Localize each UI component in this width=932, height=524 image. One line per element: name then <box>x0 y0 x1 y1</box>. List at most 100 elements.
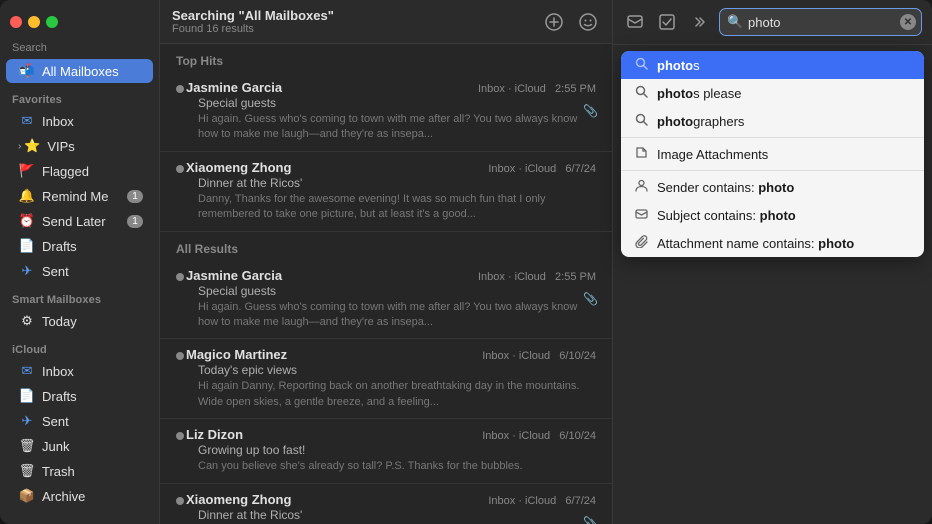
sidebar-item-label: Sent <box>42 264 143 279</box>
email-subject: Special guests <box>186 96 596 110</box>
main-toolbar: Searching "All Mailboxes" Found 16 resul… <box>160 0 612 44</box>
unread-indicator <box>176 165 184 173</box>
email-item[interactable]: Jasmine Garcia Inbox · iCloud 2:55 PM Sp… <box>160 260 612 340</box>
email-meta: Inbox · iCloud 2:55 PM <box>478 271 596 283</box>
search-input[interactable] <box>719 8 922 36</box>
autocomplete-item-subject-contains[interactable]: Subject contains: photo <box>621 201 924 229</box>
email-meta: Inbox · iCloud 6/10/24 <box>482 350 596 362</box>
email-subject: Special guests <box>186 284 596 298</box>
send-later-icon: ⏰ <box>18 212 36 230</box>
sidebar-item-label: Archive <box>42 489 143 504</box>
sidebar-item-label: Send Later <box>42 214 127 229</box>
maximize-button[interactable] <box>46 16 58 28</box>
icloud-drafts-icon: 📄 <box>18 387 36 405</box>
email-item[interactable]: Liz Dizon Inbox · iCloud 6/10/24 Growing… <box>160 419 612 483</box>
compose-button[interactable] <box>655 10 679 34</box>
sidebar-item-flagged[interactable]: 🚩 Flagged <box>6 159 153 183</box>
email-meta: Inbox · iCloud 6/7/24 <box>488 495 596 507</box>
email-preview: Hi again Danny, Reporting back on anothe… <box>186 379 596 410</box>
close-button[interactable] <box>10 16 22 28</box>
icloud-sent-icon: ✈ <box>18 412 36 430</box>
sidebar-item-label: Drafts <box>42 389 143 404</box>
autocomplete-text: Sender contains: photo <box>657 180 794 195</box>
autocomplete-item-photos[interactable]: photos <box>621 51 924 79</box>
autocomplete-item-sender-contains[interactable]: Sender contains: photo <box>621 173 924 201</box>
attachment-icon: 📎 <box>583 292 598 306</box>
person-icon <box>633 179 649 195</box>
email-meta: Inbox · iCloud 2:55 PM <box>478 83 596 95</box>
email-sender: Liz Dizon <box>186 427 476 442</box>
minimize-button[interactable] <box>28 16 40 28</box>
email-subject: Dinner at the Ricos' <box>186 508 596 522</box>
icloud-junk-icon: 🗑 <box>18 437 36 455</box>
sidebar-item-icloud-junk[interactable]: 🗑 Junk <box>6 434 153 458</box>
sidebar-item-label: Flagged <box>42 164 143 179</box>
autocomplete-item-photographers[interactable]: photographers <box>621 107 924 135</box>
sidebar-item-sent[interactable]: ✈ Sent <box>6 259 153 283</box>
sidebar-item-icloud-sent[interactable]: ✈ Sent <box>6 409 153 433</box>
search-subtitle: Found 16 results <box>172 23 534 35</box>
sidebar-item-send-later[interactable]: ⏰ Send Later 1 <box>6 209 153 233</box>
sidebar: Search 📬 All Mailboxes Favorites ✉ Inbox… <box>0 0 160 524</box>
remind-me-badge: 1 <box>127 190 143 203</box>
favorites-label: Favorites <box>0 84 159 108</box>
sidebar-item-icloud-trash[interactable]: 🗑 Trash <box>6 459 153 483</box>
search-clear-button[interactable]: ✕ <box>900 14 916 30</box>
new-message-button[interactable] <box>623 10 647 34</box>
sidebar-item-label: Junk <box>42 439 143 454</box>
search-box-container: 🔍 ✕ <box>719 8 922 36</box>
vips-icon: ⭐ <box>23 137 41 155</box>
search-icon <box>633 85 649 101</box>
sidebar-item-today[interactable]: ⚙ Today <box>6 309 153 333</box>
smart-mailboxes-label: Smart Mailboxes <box>0 284 159 308</box>
add-button[interactable] <box>542 10 566 34</box>
email-item[interactable]: Xiaomeng Zhong Inbox · iCloud 6/7/24 Din… <box>160 152 612 232</box>
window-controls <box>0 8 159 36</box>
icloud-label: iCloud <box>0 334 159 358</box>
autocomplete-item-attachment-name[interactable]: Attachment name contains: photo <box>621 229 924 257</box>
autocomplete-text: Subject contains: photo <box>657 208 796 223</box>
attachment-icon <box>633 146 649 162</box>
paperclip-icon <box>633 235 649 251</box>
sidebar-item-label: All Mailboxes <box>42 64 143 79</box>
sidebar-item-icloud-inbox[interactable]: ✉ Inbox <box>6 359 153 383</box>
search-title: Searching "All Mailboxes" <box>172 8 534 23</box>
email-subject: Growing up too fast! <box>186 443 596 457</box>
email-item[interactable]: Magico Martinez Inbox · iCloud 6/10/24 T… <box>160 339 612 419</box>
email-item[interactable]: Xiaomeng Zhong Inbox · iCloud 6/7/24 Din… <box>160 484 612 524</box>
sent-icon: ✈ <box>18 262 36 280</box>
right-toolbar-icons <box>623 10 711 34</box>
sidebar-item-label: Sent <box>42 414 143 429</box>
sidebar-item-label: Trash <box>42 464 143 479</box>
envelope-icon <box>633 207 649 223</box>
sidebar-item-icloud-archive[interactable]: 📦 Archive <box>6 484 153 508</box>
email-preview: Hi again. Guess who's coming to town wit… <box>186 300 596 331</box>
autocomplete-dropdown: photos photos please <box>621 51 924 257</box>
sidebar-item-remind-me[interactable]: 🔔 Remind Me 1 <box>6 184 153 208</box>
sidebar-item-label: Today <box>42 314 143 329</box>
email-preview: Hi again. Guess who's coming to town wit… <box>186 112 596 143</box>
autocomplete-item-image-attachments[interactable]: Image Attachments <box>621 140 924 168</box>
icloud-archive-icon: 📦 <box>18 487 36 505</box>
emoji-button[interactable] <box>576 10 600 34</box>
sidebar-item-inbox[interactable]: ✉ Inbox <box>6 109 153 133</box>
sidebar-item-label: Drafts <box>42 239 143 254</box>
search-icon <box>633 57 649 73</box>
sidebar-item-icloud-drafts[interactable]: 📄 Drafts <box>6 384 153 408</box>
email-item[interactable]: Jasmine Garcia Inbox · iCloud 2:55 PM Sp… <box>160 72 612 152</box>
email-sender: Xiaomeng Zhong <box>186 492 482 507</box>
icloud-trash-icon: 🗑 <box>18 462 36 480</box>
attachment-icon: 📎 <box>583 516 598 524</box>
email-preview: Can you believe she's already so tall? P… <box>186 459 596 474</box>
unread-indicator <box>176 497 184 505</box>
sidebar-item-drafts[interactable]: 📄 Drafts <box>6 234 153 258</box>
unread-indicator <box>176 85 184 93</box>
sidebar-item-all-mailboxes[interactable]: 📬 All Mailboxes <box>6 59 153 83</box>
chevron-double-button[interactable] <box>687 10 711 34</box>
autocomplete-item-photos-please[interactable]: photos please <box>621 79 924 107</box>
flagged-icon: 🚩 <box>18 162 36 180</box>
autocomplete-text: photographers <box>657 114 744 129</box>
sidebar-item-vips[interactable]: › ⭐ VIPs <box>6 134 153 158</box>
sidebar-search-section: Search <box>0 36 159 58</box>
toolbar-actions <box>542 10 600 34</box>
